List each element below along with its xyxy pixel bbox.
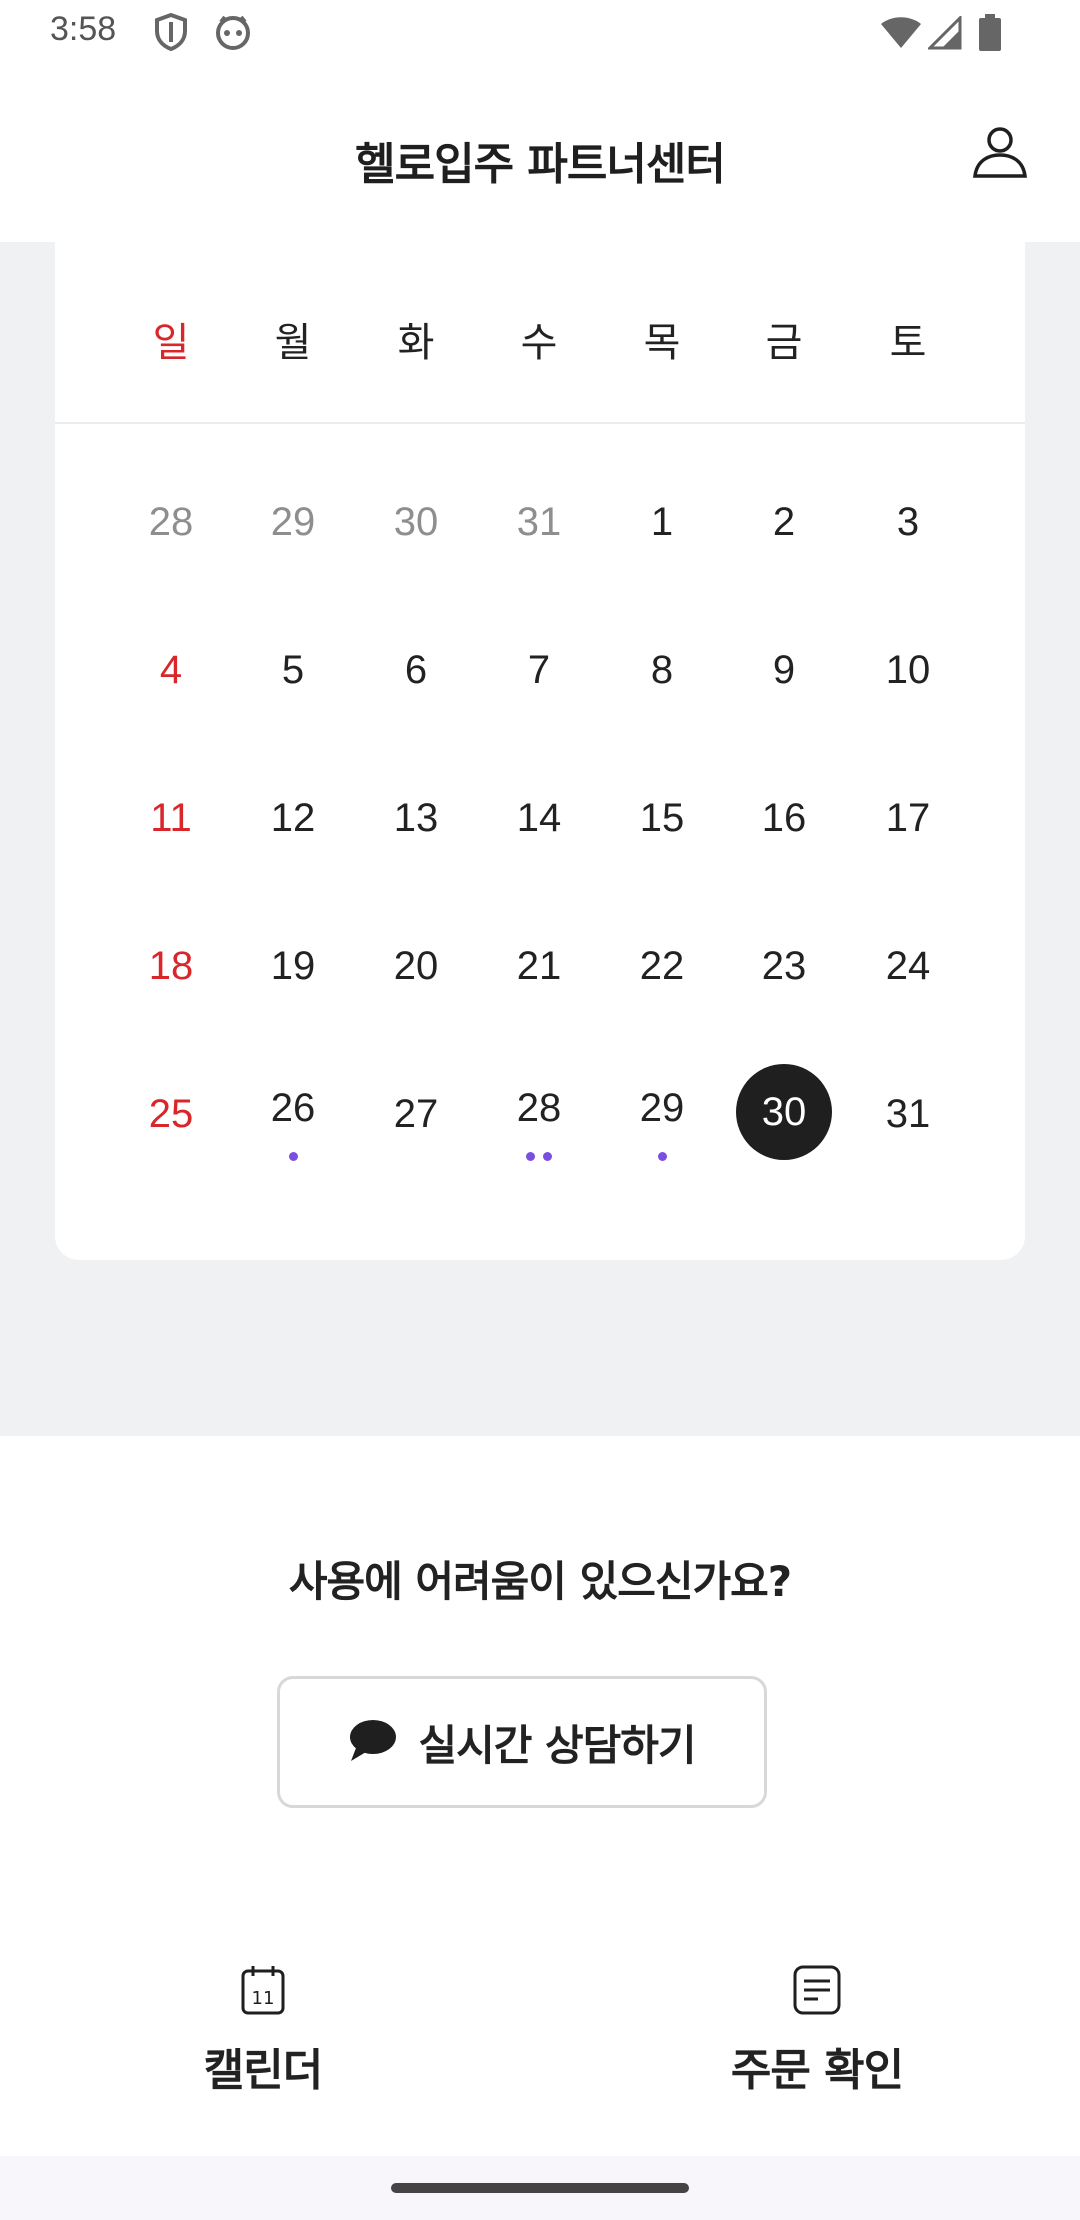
calendar-day[interactable]: 26 bbox=[243, 1086, 343, 1131]
help-question: 사용에 어려움이 있으신가요? bbox=[288, 1557, 792, 1606]
calendar-day[interactable]: 14 bbox=[489, 796, 589, 841]
calendar-day[interactable]: 15 bbox=[612, 796, 712, 841]
calendar-day[interactable]: 28 bbox=[121, 500, 221, 545]
shield-icon bbox=[154, 12, 188, 56]
calendar-day[interactable]: 29 bbox=[612, 1086, 712, 1131]
calendar-day[interactable]: 25 bbox=[121, 1092, 221, 1137]
calendar-icon: 11 bbox=[239, 1966, 287, 2020]
calendar-day[interactable]: 5 bbox=[243, 648, 343, 693]
live-chat-button-label: 실시간 상담하기 bbox=[418, 1720, 696, 1770]
calendar-day[interactable]: 3 bbox=[858, 500, 958, 545]
weekday-label: 토 bbox=[889, 320, 927, 366]
event-dot bbox=[657, 1152, 667, 1161]
wifi-icon bbox=[880, 16, 922, 54]
calendar-day[interactable]: 29 bbox=[243, 500, 343, 545]
calendar-day[interactable]: 22 bbox=[612, 944, 712, 989]
event-indicator bbox=[632, 1152, 692, 1162]
weekday-label: 월 bbox=[274, 320, 312, 366]
event-dot bbox=[543, 1152, 552, 1161]
calendar-day[interactable]: 17 bbox=[858, 796, 958, 841]
calendar-day[interactable]: 24 bbox=[858, 944, 958, 989]
calendar-day[interactable]: 12 bbox=[243, 796, 343, 841]
calendar-day[interactable]: 8 bbox=[612, 648, 712, 693]
calendar-day[interactable]: 27 bbox=[366, 1092, 466, 1137]
calendar-day[interactable]: 9 bbox=[734, 648, 834, 693]
calendar-day[interactable]: 19 bbox=[243, 944, 343, 989]
calendar-day[interactable]: 31 bbox=[858, 1092, 958, 1137]
event-indicator bbox=[263, 1152, 323, 1162]
weekday-label: 화 bbox=[397, 320, 435, 366]
battery-icon bbox=[978, 14, 1002, 56]
speech-bubble-icon bbox=[348, 1718, 398, 1766]
calendar-day[interactable]: 20 bbox=[366, 944, 466, 989]
calendar-day[interactable]: 30 bbox=[366, 500, 466, 545]
calendar-day[interactable]: 28 bbox=[489, 1086, 589, 1131]
calendar-day[interactable]: 31 bbox=[489, 500, 589, 545]
weekday-label: 금 bbox=[765, 320, 803, 366]
weekday-label: 목 bbox=[643, 320, 681, 366]
page-title: 헬로입주 파트너센터 bbox=[355, 139, 726, 190]
calendar-day[interactable]: 11 bbox=[121, 796, 221, 841]
status-time: 3:58 bbox=[50, 10, 117, 48]
event-indicator bbox=[509, 1152, 569, 1162]
calendar-day[interactable]: 13 bbox=[366, 796, 466, 841]
cellular-signal-icon bbox=[926, 14, 962, 54]
calendar-day-selected[interactable]: 30 bbox=[736, 1064, 832, 1160]
app-notification-icon bbox=[213, 12, 253, 56]
calendar-day[interactable]: 21 bbox=[489, 944, 589, 989]
weekday-header: 일월화수목금토 bbox=[55, 242, 1025, 424]
home-indicator[interactable] bbox=[391, 2183, 689, 2193]
nav-item-label: 캘린더 bbox=[203, 2045, 323, 2096]
live-chat-button[interactable]: 실시간 상담하기 bbox=[277, 1676, 767, 1808]
calendar-day[interactable]: 2 bbox=[734, 500, 834, 545]
calendar-day[interactable]: 4 bbox=[121, 648, 221, 693]
calendar-day[interactable]: 1 bbox=[612, 500, 712, 545]
status-bar: 3:58 bbox=[0, 0, 1080, 66]
weekday-label: 수 bbox=[520, 320, 558, 366]
event-dot bbox=[526, 1152, 535, 1161]
calendar-day[interactable]: 16 bbox=[734, 796, 834, 841]
nav-item-order-check[interactable]: 주문 확인 bbox=[667, 1964, 967, 2098]
calendar-day[interactable]: 23 bbox=[734, 944, 834, 989]
event-dot bbox=[288, 1152, 298, 1161]
weekday-label: 일 bbox=[152, 320, 190, 366]
bottom-navigation: 11 캘린더 주문 확인 bbox=[0, 1936, 1080, 2160]
svg-text:11: 11 bbox=[252, 1988, 275, 2009]
calendar-day[interactable]: 18 bbox=[121, 944, 221, 989]
calendar-day[interactable]: 7 bbox=[489, 648, 589, 693]
document-list-icon bbox=[792, 1965, 842, 2020]
calendar-day[interactable]: 10 bbox=[858, 648, 958, 693]
nav-item-calendar[interactable]: 11 캘린더 bbox=[113, 1964, 413, 2098]
profile-icon[interactable] bbox=[972, 126, 1028, 178]
calendar-card: 일월화수목금토 28 29 30 31 1 2 3 4 5 6 7 8 9 10 11 12 13 14 15 16 1… bbox=[55, 242, 1025, 1260]
calendar-day[interactable]: 6 bbox=[366, 648, 466, 693]
gesture-bar-area bbox=[0, 2156, 1080, 2220]
app-header: 헬로입주 파트너센터 bbox=[0, 66, 1080, 242]
nav-item-label: 주문 확인 bbox=[730, 2045, 904, 2096]
